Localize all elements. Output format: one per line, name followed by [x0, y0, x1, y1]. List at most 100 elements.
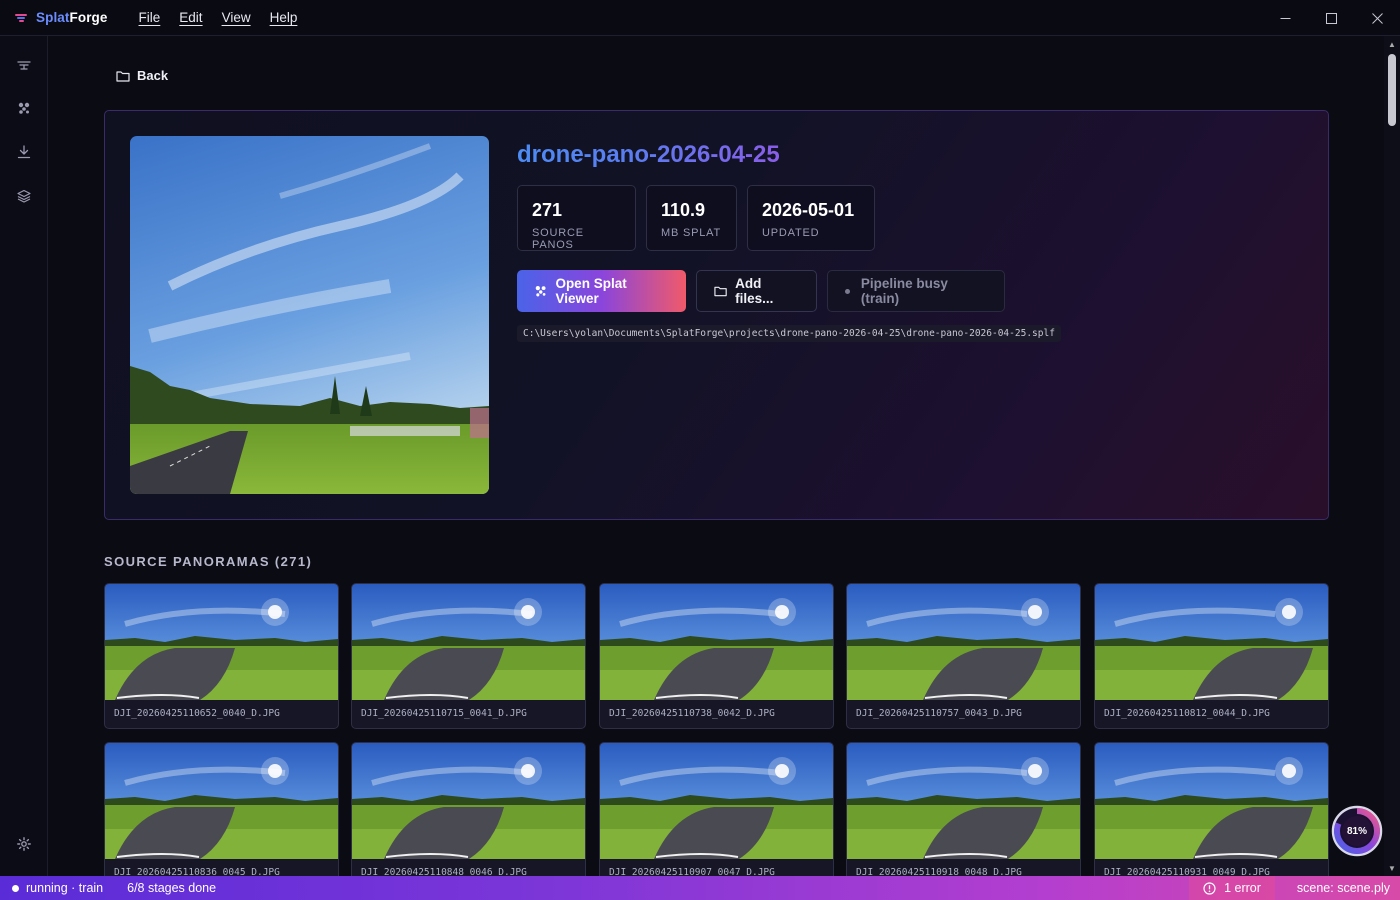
status-stages[interactable]: 6/8 stages done	[115, 876, 228, 900]
stat-label: MB SPLAT	[661, 227, 721, 239]
stat-label: UPDATED	[762, 227, 820, 239]
rail-item-layers[interactable]	[12, 184, 36, 208]
app-name: SplatForge	[36, 10, 108, 25]
panorama-thumbnail[interactable]: DJI_20260425110931_0049_D.JPG	[1094, 742, 1329, 876]
panorama-thumbnail[interactable]: DJI_20260425110738_0042_D.JPG	[599, 583, 834, 729]
stat-label: SOURCE PANOS	[532, 227, 584, 251]
rail-item-capture[interactable]	[12, 53, 36, 77]
panorama-thumbnail[interactable]: DJI_20260425110715_0041_D.JPG	[351, 583, 586, 729]
project-stats: 271 SOURCE PANOS 110.9 MB SPLAT 2026-05-…	[517, 185, 885, 251]
progress-ring[interactable]: 81%	[1330, 804, 1384, 858]
menu-file[interactable]: File	[139, 10, 161, 25]
minimize-icon	[1280, 17, 1290, 19]
project-hero: drone-pano-2026-04-25 271 SOURCE PANOS 1…	[104, 110, 1329, 520]
panorama-image	[600, 743, 833, 859]
busy-indicator-icon	[845, 288, 850, 294]
panorama-thumbnail[interactable]: DJI_20260425110652_0040_D.JPG	[104, 583, 339, 729]
status-errors-label: 1 error	[1224, 881, 1261, 895]
stat-updated: 2026-05-01 UPDATED	[747, 185, 875, 251]
project-actions: Open Splat Viewer Add files... Pipeline …	[517, 270, 1015, 312]
open-splat-viewer-label: Open Splat Viewer	[555, 276, 627, 306]
panorama-filename: DJI_20260425110738_0042_D.JPG	[609, 708, 775, 719]
stat-value: 2026-05-01	[762, 200, 855, 220]
progress-percent: 81%	[1346, 825, 1367, 837]
panorama-filename: DJI_20260425110918_0048_D.JPG	[856, 867, 1022, 876]
panorama-filename: DJI_20260425110652_0040_D.JPG	[114, 708, 280, 719]
status-scene-label: scene: scene.ply	[1296, 881, 1390, 895]
panorama-image	[352, 584, 585, 700]
panorama-filename: DJI_20260425110812_0044_D.JPG	[1104, 708, 1270, 719]
close-button[interactable]	[1354, 0, 1400, 36]
status-stages-label: 6/8 stages done	[127, 881, 217, 895]
section-title: SOURCE PANORAMAS (271)	[104, 554, 313, 569]
panorama-image	[1095, 584, 1328, 700]
logo-icon	[15, 13, 27, 23]
panorama-thumbnail[interactable]: DJI_20260425110812_0044_D.JPG	[1094, 583, 1329, 729]
scroll-up-arrow-icon[interactable]: ▲	[1384, 36, 1400, 52]
project-title: drone-pano-2026-04-25	[517, 141, 780, 168]
panorama-image	[105, 743, 338, 859]
rail-item-splats[interactable]	[12, 96, 36, 120]
add-files-label: Add files...	[735, 276, 774, 306]
folder-icon	[714, 286, 727, 297]
panorama-thumbnail[interactable]: DJI_20260425110757_0043_D.JPG	[846, 583, 1081, 729]
menu-edit[interactable]: Edit	[179, 10, 202, 25]
layers-icon	[17, 189, 31, 203]
status-bar: running · train 6/8 stages done 1 error …	[0, 876, 1400, 900]
folder-icon	[116, 70, 130, 82]
rail-item-import[interactable]	[12, 140, 36, 164]
drone-icon	[17, 61, 31, 70]
status-errors[interactable]: 1 error	[1189, 876, 1275, 900]
menu-help[interactable]: Help	[270, 10, 298, 25]
panorama-image	[352, 743, 585, 859]
menu-view[interactable]: View	[222, 10, 251, 25]
open-splat-viewer-button[interactable]: Open Splat Viewer	[517, 270, 686, 312]
status-state[interactable]: running · train	[0, 876, 115, 900]
rail-item-settings[interactable]	[12, 832, 36, 856]
app-logo: SplatForge	[15, 10, 108, 25]
back-button[interactable]: Back	[116, 68, 168, 83]
minimize-button[interactable]	[1262, 0, 1308, 36]
close-icon	[1371, 12, 1383, 24]
panorama-image	[1095, 743, 1328, 859]
project-file-path: C:\Users\yolan\Documents\SplatForge\proj…	[517, 325, 1061, 342]
panorama-image	[600, 584, 833, 700]
gear-icon	[17, 837, 31, 851]
scroll-down-arrow-icon[interactable]: ▼	[1384, 860, 1400, 876]
status-scene[interactable]: scene: scene.ply	[1275, 876, 1400, 900]
scroll-thumb[interactable]	[1388, 54, 1396, 126]
stat-value: 271	[532, 200, 563, 220]
panorama-thumbnail[interactable]: DJI_20260425110918_0048_D.JPG	[846, 742, 1081, 876]
maximize-icon	[1325, 12, 1337, 24]
main-content: Back drone-pano-2026-04-25 271 SOURCE PA…	[48, 36, 1384, 876]
maximize-button[interactable]	[1308, 0, 1354, 36]
project-preview-image	[130, 136, 489, 494]
splat-icon	[18, 102, 30, 114]
main-scrollbar[interactable]: ▲ ▼	[1384, 36, 1400, 876]
stat-value: 110.9	[661, 200, 706, 220]
stat-source-panos: 271 SOURCE PANOS	[517, 185, 636, 251]
panorama-image	[847, 743, 1080, 859]
panorama-image	[847, 584, 1080, 700]
running-indicator-icon	[12, 884, 19, 892]
panorama-thumbnail[interactable]: DJI_20260425110848_0046_D.JPG	[351, 742, 586, 876]
menu-bar: File Edit View Help	[120, 10, 298, 25]
alert-icon	[1203, 881, 1216, 895]
panorama-image	[105, 584, 338, 700]
panorama-filename: DJI_20260425110715_0041_D.JPG	[361, 708, 527, 719]
download-icon	[17, 145, 31, 159]
window-controls	[1262, 0, 1400, 36]
pipeline-busy-button[interactable]: Pipeline busy (train)	[827, 270, 1005, 312]
panorama-thumbnail[interactable]: DJI_20260425110836_0045_D.JPG	[104, 742, 339, 876]
panorama-filename: DJI_20260425110836_0045_D.JPG	[114, 867, 280, 876]
panorama-filename: DJI_20260425110931_0049_D.JPG	[1104, 867, 1270, 876]
panorama-thumbnail[interactable]: DJI_20260425110907_0047_D.JPG	[599, 742, 834, 876]
pipeline-busy-label: Pipeline busy (train)	[860, 276, 948, 306]
panorama-filename: DJI_20260425110907_0047_D.JPG	[609, 867, 775, 876]
back-label: Back	[137, 68, 169, 83]
panorama-filename: DJI_20260425110757_0043_D.JPG	[856, 708, 1022, 719]
status-state-label: running · train	[26, 881, 104, 895]
stat-mb-splat: 110.9 MB SPLAT	[646, 185, 737, 251]
add-files-button[interactable]: Add files...	[696, 270, 817, 312]
title-bar: SplatForge File Edit View Help	[0, 0, 1400, 36]
